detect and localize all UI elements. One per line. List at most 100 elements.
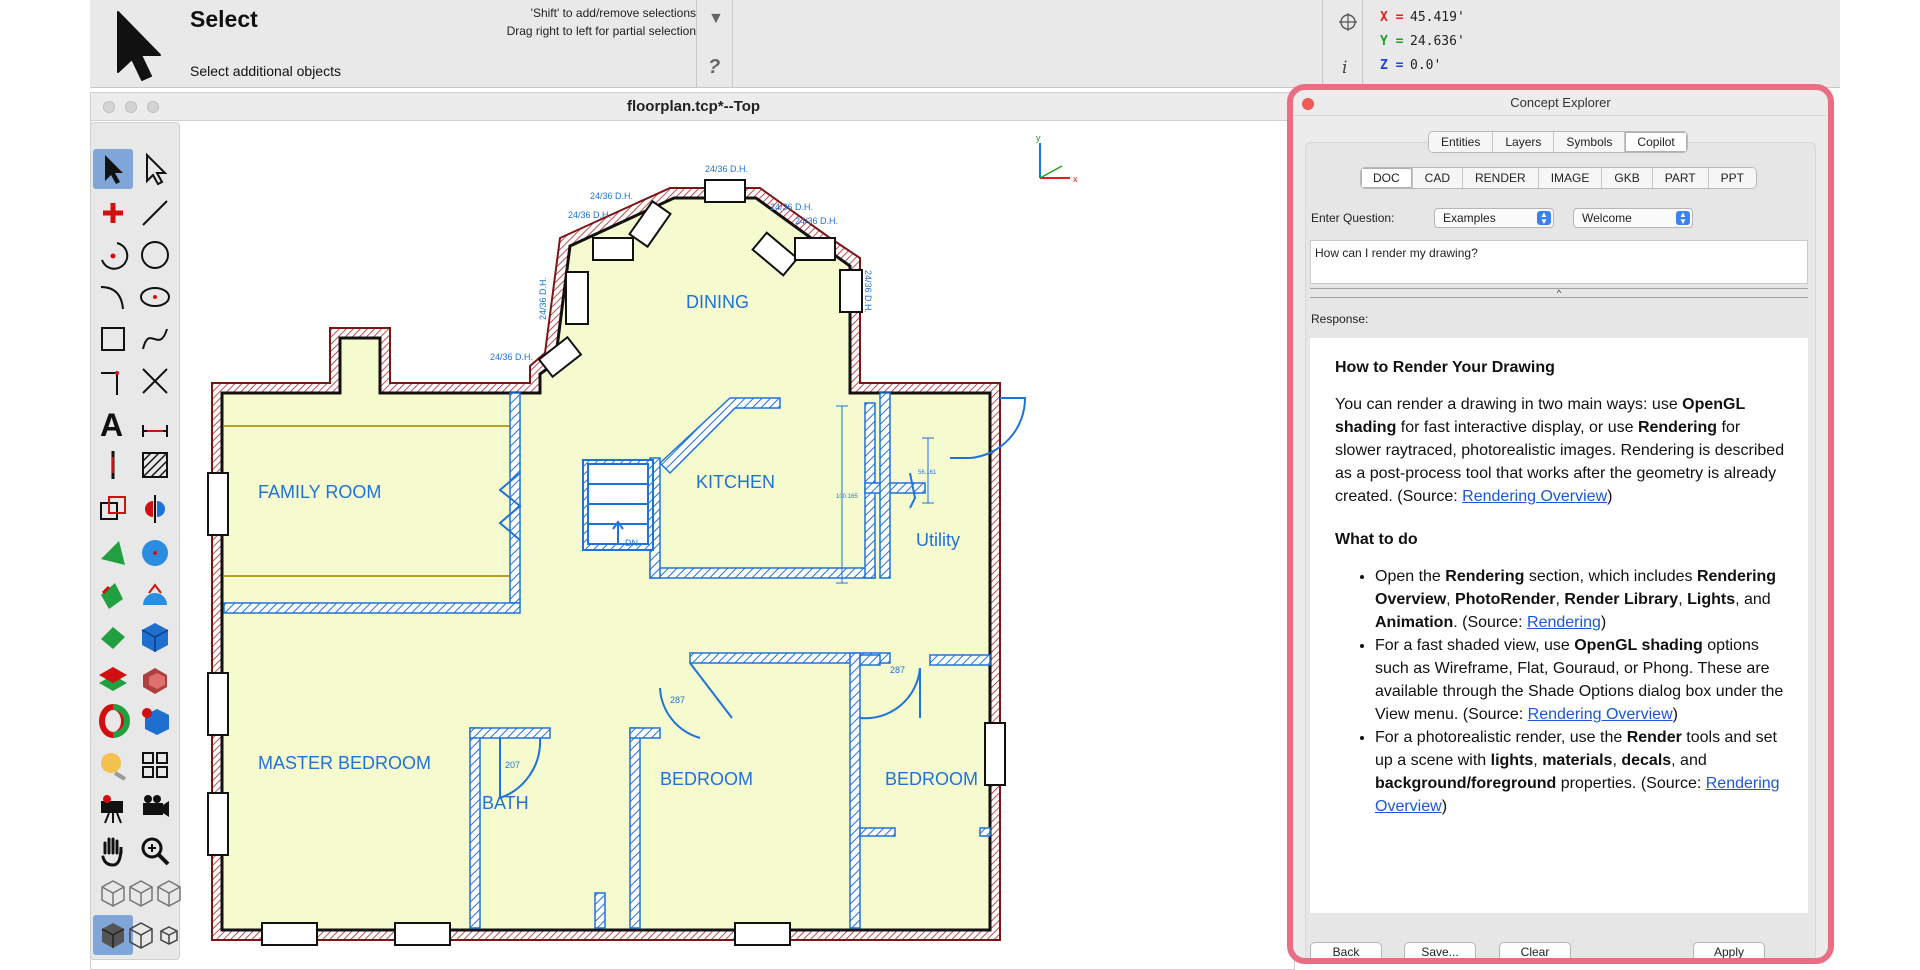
back-button[interactable]: Back	[1310, 942, 1382, 958]
list-item: Open the Rendering section, which includ…	[1375, 565, 1790, 634]
window-zoom-button[interactable]	[147, 101, 159, 113]
toolbar-divider	[1362, 0, 1363, 88]
source-link[interactable]: Rendering Overview	[1528, 706, 1673, 723]
window-label: 24/36 D.H.	[863, 270, 873, 313]
rectangle-tool[interactable]	[93, 319, 133, 359]
spline-tool[interactable]	[135, 319, 175, 359]
tab-doc[interactable]: DOC	[1361, 168, 1413, 188]
coordinate-readout: X = 45.419' Y = 24.636' Z = 0.0'	[1380, 10, 1465, 82]
camera-tool[interactable]	[93, 787, 133, 827]
stair-dn-label: DN	[625, 538, 638, 548]
clear-button[interactable]: Clear	[1499, 942, 1571, 958]
window-label: 24/36 D.H.	[770, 202, 813, 212]
light-tool[interactable]	[93, 745, 133, 785]
apply-button[interactable]: Apply	[1693, 942, 1765, 958]
welcome-dropdown[interactable]: Welcome ▲ ▼	[1573, 208, 1693, 228]
svg-text:y: y	[1036, 133, 1041, 143]
solid-edit-tool[interactable]	[135, 701, 175, 741]
enter-question-label: Enter Question:	[1311, 211, 1395, 225]
coord-z: Z = 0.0'	[1380, 58, 1442, 73]
arc-tool[interactable]	[93, 235, 133, 275]
door-287-label: 287	[890, 665, 905, 675]
window-close-button[interactable]	[103, 101, 115, 113]
dimension-tool[interactable]	[135, 403, 175, 443]
sphere-tool[interactable]	[135, 533, 175, 573]
response-paragraph: You can render a drawing in two main way…	[1335, 396, 1785, 505]
curve-tool[interactable]	[93, 277, 133, 317]
toolbar-divider	[732, 0, 733, 88]
crosshair-icon[interactable]	[1338, 12, 1358, 32]
window-label: 24/36 D.H.	[590, 191, 633, 201]
animation-camera-tool[interactable]	[135, 787, 175, 827]
tab-cad[interactable]: CAD	[1412, 168, 1464, 188]
select-open-tool[interactable]	[135, 149, 175, 189]
response-pane[interactable]: How to Render Your Drawing You can rende…	[1310, 338, 1808, 913]
tool-options-bar: Select Select additional objects 'Shift'…	[90, 0, 1840, 88]
tab-gkb[interactable]: GKB	[1602, 168, 1653, 188]
info-icon[interactable]: i	[1342, 58, 1347, 78]
window-minimize-button[interactable]	[125, 101, 137, 113]
room-label-master: MASTER BEDROOM	[258, 753, 431, 773]
revolve-tool[interactable]	[135, 575, 175, 615]
surface-tool[interactable]	[93, 533, 133, 573]
door-207-label: 207	[505, 760, 520, 770]
tab-image[interactable]: IMAGE	[1538, 168, 1603, 188]
room-label-kitchen: KITCHEN	[696, 472, 775, 492]
chevron-updown-icon: ▲ ▼	[1537, 211, 1551, 226]
tool-palette: A	[90, 122, 181, 960]
list-item: For a photorealistic render, use the Ren…	[1375, 726, 1790, 818]
hatch-tool[interactable]	[135, 445, 175, 485]
tool-title: Select	[190, 6, 258, 32]
floor-plan-canvas[interactable]: DN 207 287 287 100.165 56.161 24/36 D.H.…	[200, 128, 1295, 970]
drawing-window-title: floorplan.tcp*--Top	[91, 93, 1296, 121]
layer-surface-tool[interactable]	[93, 659, 133, 699]
boolean-tool[interactable]	[135, 659, 175, 699]
tab-ppt[interactable]: PPT	[1708, 168, 1756, 188]
source-link[interactable]: Rendering Overview	[1462, 488, 1607, 505]
window-label: 24/36 D.H.	[568, 210, 611, 220]
mirror-tool[interactable]	[135, 489, 175, 529]
toolbar-divider	[1322, 0, 1323, 88]
vertical-dimension-tool[interactable]	[93, 445, 133, 485]
concept-explorer-panel: Concept Explorer Entities Layers Symbols…	[1287, 84, 1834, 964]
chevron-down-icon[interactable]: ▼	[708, 10, 724, 28]
help-button[interactable]: ?	[708, 56, 720, 79]
room-label-dining: DINING	[686, 292, 749, 312]
tab-part[interactable]: PART	[1652, 168, 1709, 188]
tab-copilot[interactable]: Copilot	[1625, 132, 1687, 152]
point-tool[interactable]	[93, 193, 133, 233]
sweep-tool[interactable]	[93, 617, 133, 657]
render-settings-tool[interactable]	[135, 745, 175, 785]
trim-tool[interactable]	[135, 361, 175, 401]
select-arrow-icon	[98, 4, 176, 84]
line-tool[interactable]	[135, 193, 175, 233]
box-tool[interactable]	[135, 617, 175, 657]
fillet-tool[interactable]	[93, 361, 133, 401]
tab-entities[interactable]: Entities	[1429, 132, 1494, 152]
svg-text:A: A	[100, 407, 123, 443]
zoom-icon[interactable]	[135, 831, 175, 871]
examples-dropdown[interactable]: Examples ▲ ▼	[1434, 208, 1554, 228]
text-tool[interactable]: A	[93, 403, 133, 443]
view-iso-icon[interactable]	[149, 873, 181, 913]
list-item: For a fast shaded view, use OpenGL shadi…	[1375, 634, 1790, 726]
tab-symbols[interactable]: Symbols	[1554, 132, 1626, 152]
transform-tool[interactable]	[93, 489, 133, 529]
torus-tool[interactable]	[93, 701, 133, 741]
save-button[interactable]: Save...	[1404, 942, 1476, 958]
question-input[interactable]: How can I render my drawing?	[1310, 240, 1808, 284]
coord-x: X = 45.419'	[1380, 10, 1465, 25]
close-button[interactable]	[1302, 98, 1314, 110]
select-tool[interactable]	[93, 149, 133, 189]
pan-hand-icon[interactable]	[93, 831, 133, 871]
circle-tool[interactable]	[135, 235, 175, 275]
source-link[interactable]: Rendering	[1527, 614, 1601, 631]
splitter-handle[interactable]: ^	[1310, 288, 1808, 298]
hidden-line-view-icon[interactable]	[149, 915, 179, 955]
tab-layers[interactable]: Layers	[1493, 132, 1555, 152]
coord-y: Y = 24.636'	[1380, 34, 1465, 49]
tab-render[interactable]: RENDER	[1463, 168, 1539, 188]
ellipse-tool[interactable]	[135, 277, 175, 317]
room-label-bedroom: BEDROOM	[885, 769, 978, 789]
extrude-surface-tool[interactable]	[93, 575, 133, 615]
